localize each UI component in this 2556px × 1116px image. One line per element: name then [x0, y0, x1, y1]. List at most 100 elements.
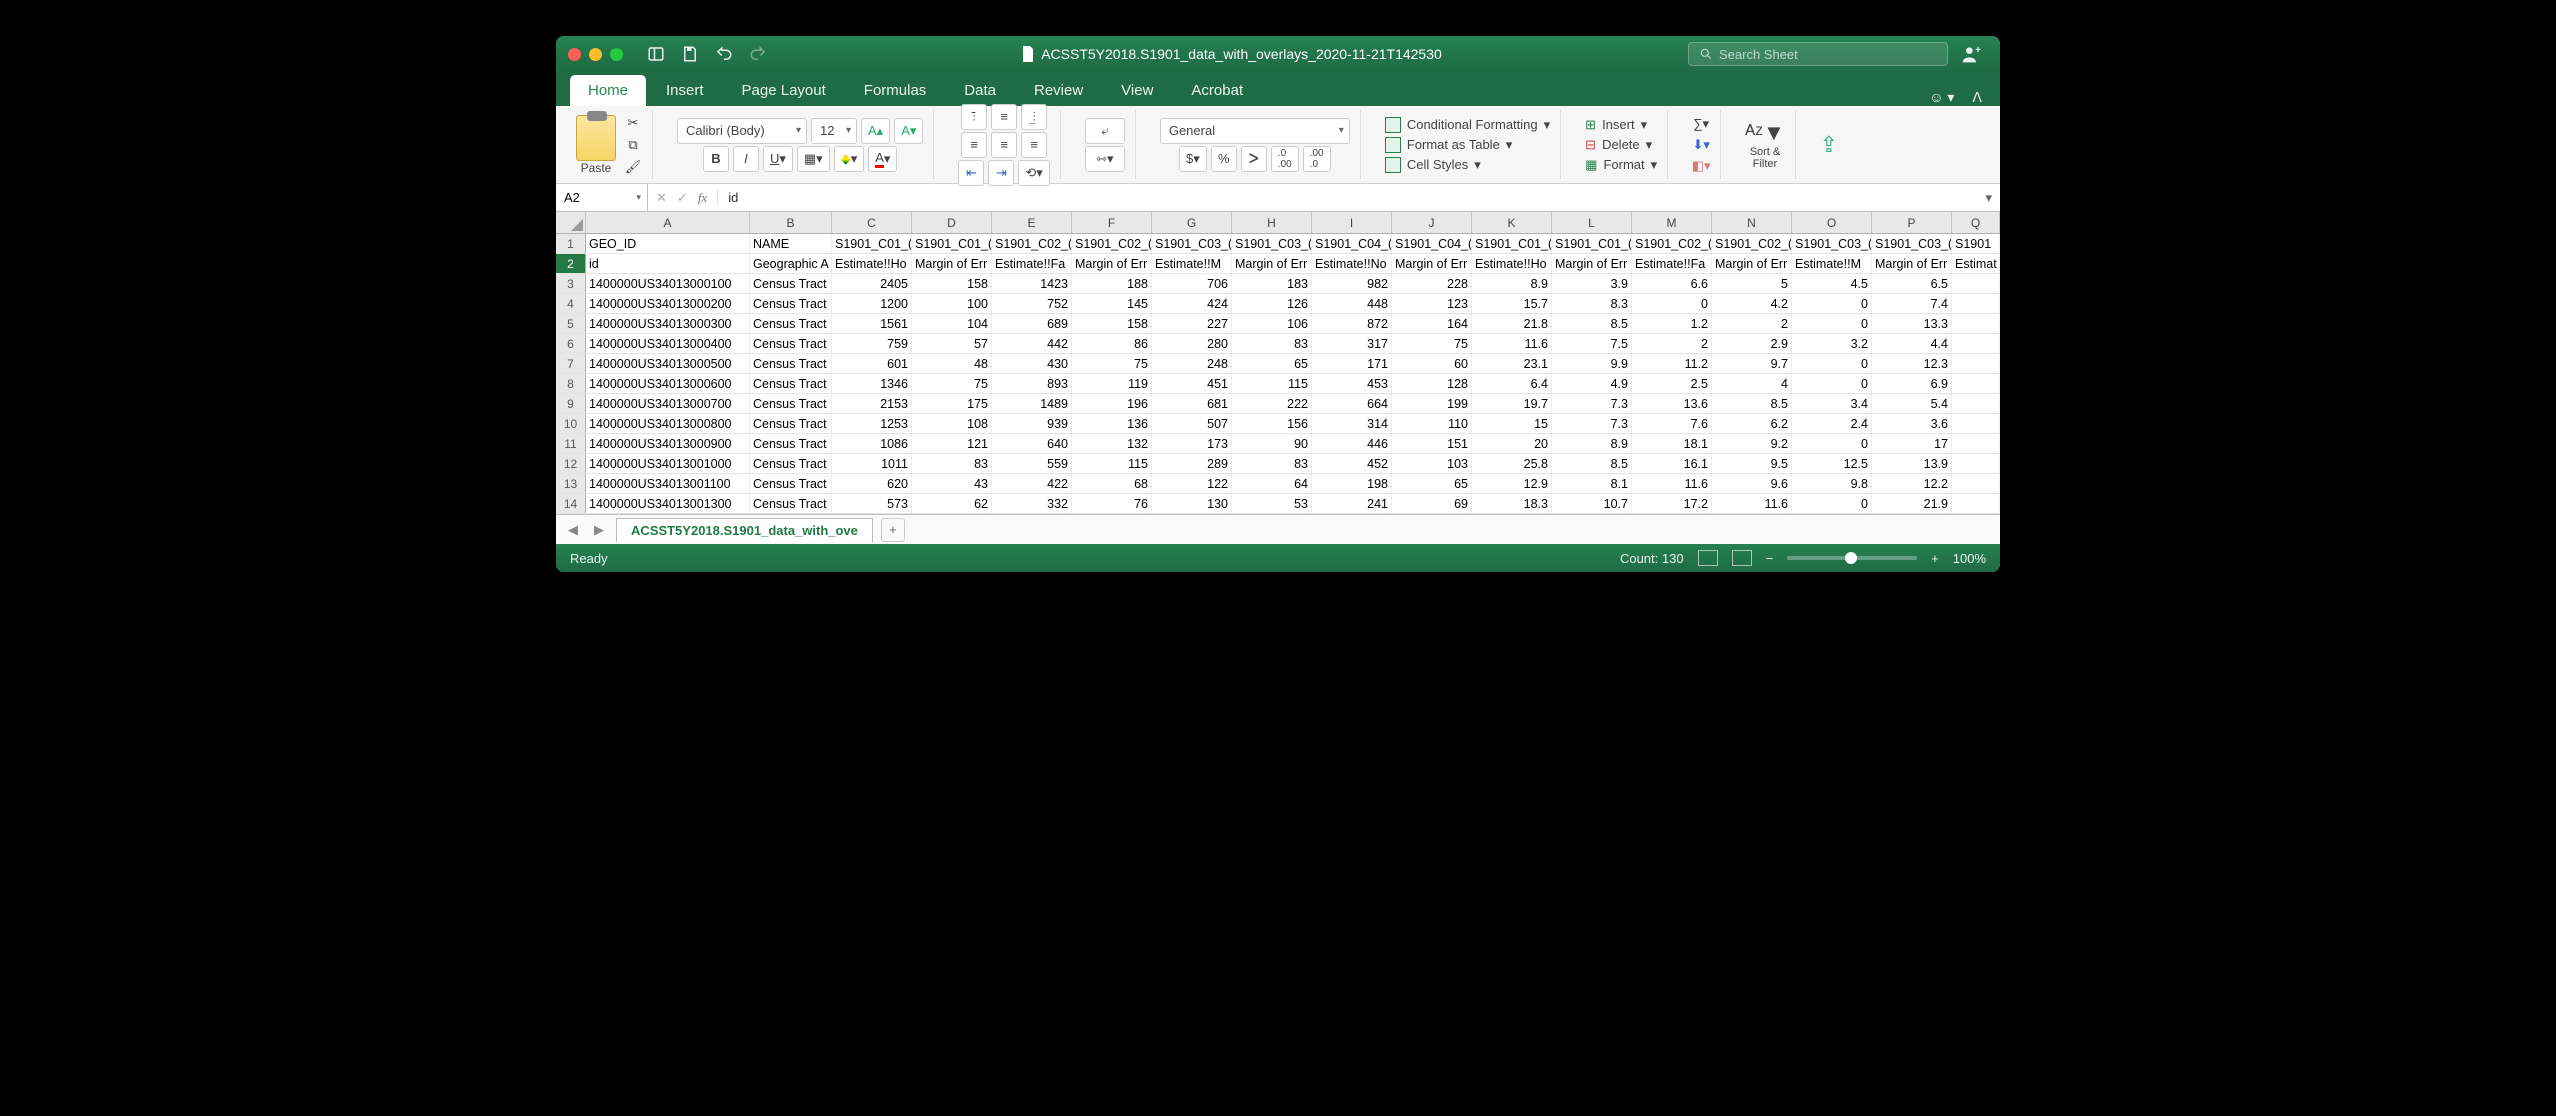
- cut-icon[interactable]: ✂: [624, 114, 642, 132]
- col-header[interactable]: P: [1872, 212, 1952, 233]
- cell[interactable]: 83: [1232, 334, 1312, 353]
- zoom-slider[interactable]: [1787, 556, 1917, 560]
- row-header[interactable]: 10: [556, 414, 586, 433]
- formula-input[interactable]: id: [717, 190, 1975, 205]
- cell[interactable]: 620: [832, 474, 912, 493]
- cell[interactable]: 158: [912, 274, 992, 293]
- cell[interactable]: 446: [1312, 434, 1392, 453]
- cell[interactable]: 128: [1392, 374, 1472, 393]
- cell[interactable]: 86: [1072, 334, 1152, 353]
- cell[interactable]: 57: [912, 334, 992, 353]
- sheet-nav-prev-icon[interactable]: ◀: [564, 522, 582, 538]
- cell[interactable]: Geographic A: [750, 254, 832, 273]
- cell[interactable]: 3.4: [1792, 394, 1872, 413]
- cell[interactable]: Margin of Err: [912, 254, 992, 273]
- cell[interactable]: 130: [1152, 494, 1232, 513]
- tab-home[interactable]: Home: [570, 75, 646, 106]
- col-header[interactable]: O: [1792, 212, 1872, 233]
- cell[interactable]: [1952, 314, 2000, 333]
- cell[interactable]: 173: [1152, 434, 1232, 453]
- cell[interactable]: 1400000US34013000400: [586, 334, 750, 353]
- col-header[interactable]: C: [832, 212, 912, 233]
- cell[interactable]: 3.9: [1552, 274, 1632, 293]
- italic-button[interactable]: I: [733, 146, 759, 172]
- cell[interactable]: 13.6: [1632, 394, 1712, 413]
- cell[interactable]: Estimate!!Ho: [1472, 254, 1552, 273]
- cell[interactable]: 43: [912, 474, 992, 493]
- cell[interactable]: 8.1: [1552, 474, 1632, 493]
- cell[interactable]: [1952, 274, 2000, 293]
- tab-formulas[interactable]: Formulas: [846, 75, 945, 106]
- align-right-icon[interactable]: ≡: [1021, 132, 1047, 158]
- sheet-nav-next-icon[interactable]: ▶: [590, 522, 608, 538]
- cell[interactable]: Census Tract: [750, 334, 832, 353]
- cell[interactable]: 706: [1152, 274, 1232, 293]
- row-header[interactable]: 3: [556, 274, 586, 293]
- tab-view[interactable]: View: [1103, 75, 1171, 106]
- cell[interactable]: S1901_C03_(: [1232, 234, 1312, 253]
- row-header[interactable]: 7: [556, 354, 586, 373]
- cell[interactable]: 90: [1232, 434, 1312, 453]
- accept-formula-icon[interactable]: ✓: [677, 190, 688, 206]
- table-row[interactable]: 81400000US34013000600Census Tract1346758…: [556, 374, 2000, 394]
- cell[interactable]: 7.3: [1552, 394, 1632, 413]
- col-header[interactable]: E: [992, 212, 1072, 233]
- borders-button[interactable]: ▦▾: [797, 146, 830, 172]
- increase-font-icon[interactable]: A▴: [861, 118, 890, 144]
- col-header[interactable]: L: [1552, 212, 1632, 233]
- cell[interactable]: 1253: [832, 414, 912, 433]
- cell[interactable]: 6.2: [1712, 414, 1792, 433]
- cell[interactable]: 16.1: [1632, 454, 1712, 473]
- select-all-corner[interactable]: [556, 212, 586, 233]
- insert-cells[interactable]: ⊞Insert ▾: [1585, 116, 1647, 134]
- decrease-font-icon[interactable]: A▾: [894, 118, 923, 144]
- increase-indent-icon[interactable]: ⇥: [988, 160, 1014, 186]
- increase-decimal-icon[interactable]: .0.00: [1271, 146, 1299, 172]
- zoom-level[interactable]: 100%: [1953, 551, 1986, 566]
- cell[interactable]: 1400000US34013000100: [586, 274, 750, 293]
- cell[interactable]: 227: [1152, 314, 1232, 333]
- col-header[interactable]: Q: [1952, 212, 2000, 233]
- share-icon[interactable]: +: [1960, 43, 1982, 65]
- cell[interactable]: 640: [992, 434, 1072, 453]
- cell[interactable]: 23.1: [1472, 354, 1552, 373]
- cell[interactable]: 196: [1072, 394, 1152, 413]
- cell[interactable]: 2.5: [1632, 374, 1712, 393]
- cell[interactable]: S1901_C02_(: [1072, 234, 1152, 253]
- table-row[interactable]: 71400000US34013000500Census Tract6014843…: [556, 354, 2000, 374]
- cell[interactable]: 9.2: [1712, 434, 1792, 453]
- font-size-select[interactable]: 12: [811, 118, 857, 144]
- sort-filter-icon[interactable]: ᴬᶻ▼: [1745, 120, 1785, 146]
- cell[interactable]: S1901_C01_(: [1552, 234, 1632, 253]
- row-header[interactable]: 5: [556, 314, 586, 333]
- cell[interactable]: 448: [1312, 294, 1392, 313]
- cell[interactable]: 119: [1072, 374, 1152, 393]
- tab-page-layout[interactable]: Page Layout: [724, 75, 844, 106]
- cell[interactable]: 4.2: [1712, 294, 1792, 313]
- cell[interactable]: Estimat: [1952, 254, 2000, 273]
- cell[interactable]: 0: [1792, 294, 1872, 313]
- cell[interactable]: 11.6: [1472, 334, 1552, 353]
- col-header[interactable]: J: [1392, 212, 1472, 233]
- cell[interactable]: 280: [1152, 334, 1232, 353]
- table-row[interactable]: 1GEO_IDNAMES1901_C01_(S1901_C01_(S1901_C…: [556, 234, 2000, 254]
- cell[interactable]: 1400000US34013000800: [586, 414, 750, 433]
- cell[interactable]: 21.8: [1472, 314, 1552, 333]
- cell[interactable]: 0: [1792, 354, 1872, 373]
- cell[interactable]: Estimate!!Ho: [832, 254, 912, 273]
- wrap-text-icon[interactable]: ⤶: [1085, 118, 1125, 144]
- conditional-formatting[interactable]: Conditional Formatting ▾: [1385, 116, 1550, 134]
- cell[interactable]: 2: [1632, 334, 1712, 353]
- cell[interactable]: 65: [1232, 354, 1312, 373]
- cell[interactable]: 689: [992, 314, 1072, 333]
- cell[interactable]: 752: [992, 294, 1072, 313]
- cell[interactable]: 3.6: [1872, 414, 1952, 433]
- underline-button[interactable]: U▾: [763, 146, 793, 172]
- tab-insert[interactable]: Insert: [648, 75, 722, 106]
- decrease-decimal-icon[interactable]: .00.0: [1303, 146, 1331, 172]
- close-window[interactable]: [568, 48, 581, 61]
- cell[interactable]: 1400000US34013000300: [586, 314, 750, 333]
- minimize-window[interactable]: [589, 48, 602, 61]
- undo-icon[interactable]: [713, 43, 735, 65]
- cell[interactable]: [1952, 354, 2000, 373]
